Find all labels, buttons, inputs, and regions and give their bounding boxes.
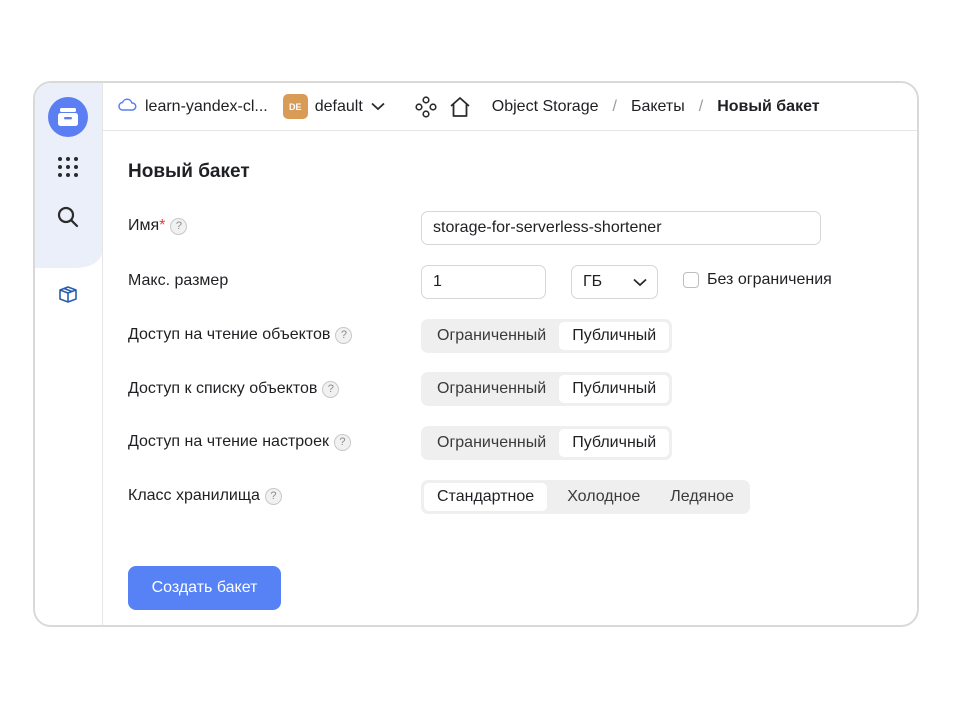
max-size-value: 1: [433, 273, 442, 290]
breadcrumb-buckets[interactable]: Бакеты: [631, 98, 685, 116]
page-title: Новый бакет: [128, 161, 250, 182]
read-objects-label-text: Доступ на чтение объектов: [128, 326, 331, 343]
create-bucket-button[interactable]: Создать бакет: [128, 566, 281, 610]
size-unit-select[interactable]: ГБ: [571, 265, 658, 299]
help-icon[interactable]: ?: [335, 326, 353, 344]
bucket-name-input[interactable]: storage-for-serverless-shortener: [421, 211, 821, 245]
list-objects-label-text: Доступ к списку объектов: [128, 380, 318, 397]
storage-class-label-text: Класс хранилища: [128, 487, 260, 504]
sidebar: [35, 83, 103, 625]
name-label-text: Имя: [128, 217, 160, 234]
read-settings-option-restricted[interactable]: Ограниченный: [424, 429, 559, 457]
storage-logo-icon[interactable]: [48, 97, 88, 137]
search-icon[interactable]: [48, 197, 88, 237]
folder-selector[interactable]: DE default: [268, 94, 385, 119]
console-window: learn-yandex-cl... DE default Object Sto…: [33, 81, 919, 627]
max-size-input[interactable]: 1: [421, 265, 546, 299]
help-icon[interactable]: ?: [333, 433, 351, 451]
help-icon[interactable]: ?: [322, 380, 340, 398]
bucket-name-value: storage-for-serverless-shortener: [433, 219, 662, 236]
folder-name: default: [314, 97, 363, 115]
read-objects-label: Доступ на чтение объектов ?: [128, 326, 353, 344]
home-icon[interactable]: [449, 96, 471, 118]
name-label: Имя * ?: [128, 217, 188, 235]
breadcrumb-separator: /: [612, 97, 617, 115]
read-objects-option-restricted[interactable]: Ограниченный: [424, 322, 559, 350]
max-size-label: Макс. размер: [128, 272, 229, 289]
read-settings-label: Доступ на чтение настроек ?: [128, 433, 351, 451]
help-icon[interactable]: ?: [170, 217, 188, 235]
list-objects-option-public[interactable]: Публичный: [559, 375, 670, 403]
size-unit-value: ГБ: [583, 273, 603, 290]
breadcrumb-object-storage[interactable]: Object Storage: [492, 98, 599, 116]
help-icon[interactable]: ?: [264, 487, 282, 505]
chevron-down-icon: [633, 278, 647, 287]
chevron-down-icon: [371, 102, 385, 111]
breadcrumb: Object Storage / Бакеты / Новый бакет: [492, 98, 820, 116]
list-objects-option-restricted[interactable]: Ограниченный: [424, 375, 559, 403]
apps-grid-icon[interactable]: [48, 147, 88, 187]
main-content: Новый бакет Имя * ? storage-for-serverles…: [103, 131, 917, 625]
storage-class-label: Класс хранилища ?: [128, 487, 282, 505]
list-objects-toggle: Ограниченный Публичный: [421, 372, 673, 406]
cloud-name: learn-yandex-cl...: [145, 97, 268, 115]
folder-badge: DE: [282, 94, 308, 119]
read-objects-option-public[interactable]: Публичный: [559, 322, 670, 350]
breadcrumb-current: Новый бакет: [717, 97, 820, 115]
cloud-icon: [117, 97, 137, 116]
services-icon[interactable]: [415, 95, 437, 118]
checkbox-box[interactable]: [683, 272, 699, 288]
read-settings-label-text: Доступ на чтение настроек: [128, 433, 329, 450]
storage-class-option-ice[interactable]: Ледяное: [650, 483, 747, 511]
unlimited-label: Без ограничения: [707, 271, 832, 288]
breadcrumb-separator: /: [698, 97, 704, 115]
storage-class-option-cold[interactable]: Холодное: [547, 483, 650, 511]
cloud-selector[interactable]: learn-yandex-cl...: [117, 97, 268, 116]
storage-class-toggle: Стандартное Холодное Ледяное: [421, 480, 750, 514]
read-settings-option-public[interactable]: Публичный: [559, 429, 670, 457]
unlimited-checkbox[interactable]: Без ограничения: [683, 271, 832, 289]
required-mark: *: [159, 217, 166, 234]
top-bar: learn-yandex-cl... DE default Object Sto…: [103, 83, 917, 131]
read-objects-toggle: Ограниченный Публичный: [421, 319, 673, 353]
storage-class-option-standard[interactable]: Стандартное: [424, 483, 548, 511]
marketplace-box-icon[interactable]: [48, 274, 88, 314]
read-settings-toggle: Ограниченный Публичный: [421, 426, 673, 460]
list-objects-label: Доступ к списку объектов ?: [128, 380, 340, 398]
